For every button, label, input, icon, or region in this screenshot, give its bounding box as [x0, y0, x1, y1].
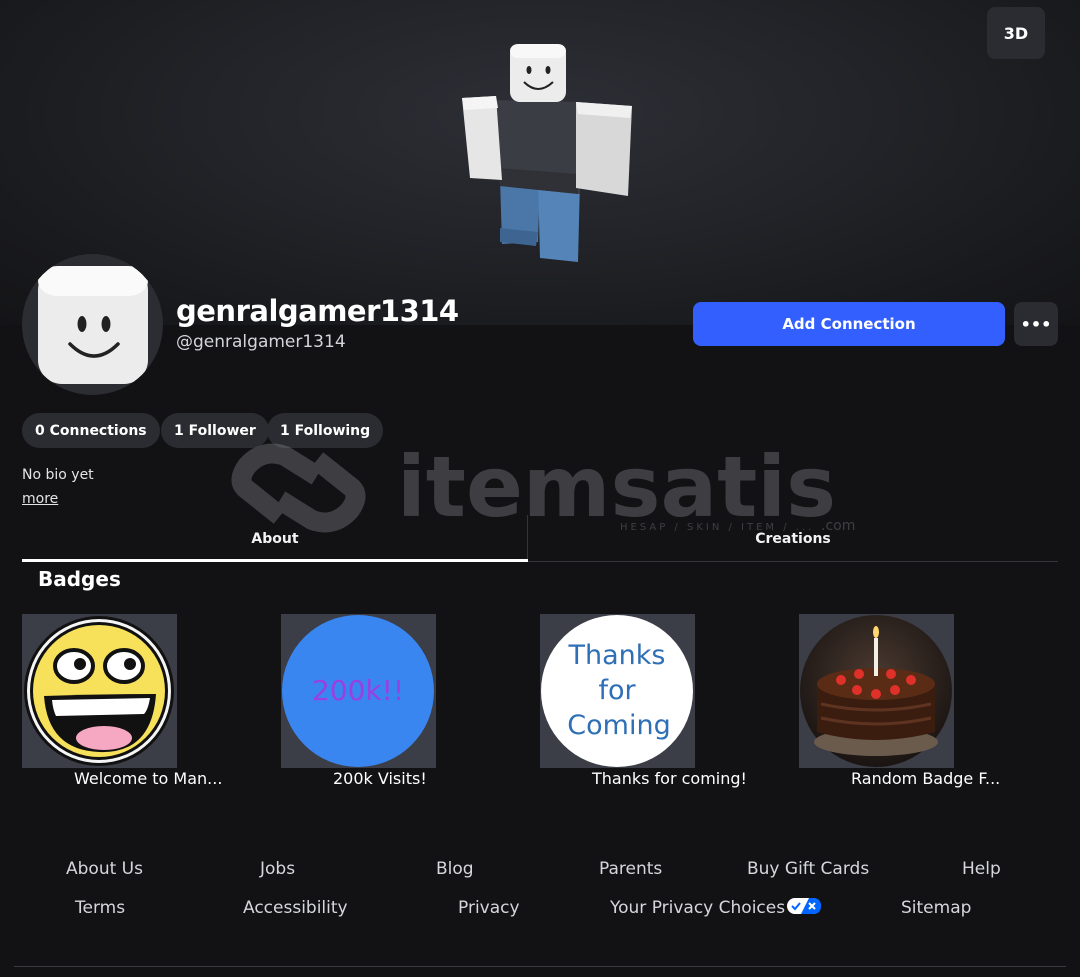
- badge-name[interactable]: Thanks for coming!: [592, 769, 747, 788]
- badge-tile-thanks[interactable]: Thanks for Coming: [540, 614, 695, 768]
- badge-thanks-line1: Thanks: [568, 640, 666, 671]
- tab-creations-label: Creations: [755, 530, 831, 547]
- footer-link-terms[interactable]: Terms: [75, 898, 125, 918]
- footer-divider: [14, 966, 1066, 967]
- 200k-badge-icon: 200k!!: [282, 615, 434, 767]
- thanks-badge-icon: Thanks for Coming: [541, 615, 693, 767]
- badge-thanks-line2: for: [598, 675, 636, 706]
- badge-tile-200k[interactable]: 200k!!: [281, 614, 436, 768]
- badge-name[interactable]: 200k Visits!: [333, 769, 427, 788]
- footer-link-about-us[interactable]: About Us: [66, 859, 143, 879]
- footer-link-parents[interactable]: Parents: [599, 859, 662, 879]
- more-options-button[interactable]: •••: [1014, 302, 1058, 346]
- tab-divider: [527, 515, 528, 561]
- tab-about[interactable]: About: [22, 515, 528, 562]
- epic-face-icon: [24, 616, 174, 766]
- tab-creations[interactable]: Creations: [540, 515, 1046, 562]
- username: @genralgamer1314: [176, 332, 346, 352]
- avatar-3d-figure[interactable]: [0, 0, 1080, 280]
- footer-link-sitemap[interactable]: Sitemap: [901, 898, 971, 918]
- tab-active-indicator: [22, 559, 528, 562]
- privacy-choices-label: Your Privacy Choices: [610, 898, 786, 918]
- badge-tile-random[interactable]: [799, 614, 954, 768]
- badges-section-title: Badges: [38, 567, 121, 591]
- footer-link-privacy-choices[interactable]: Your Privacy Choices: [610, 898, 822, 918]
- view-3d-toggle-button[interactable]: 3D: [987, 7, 1045, 59]
- footer-link-jobs[interactable]: Jobs: [260, 859, 295, 879]
- avatar-headshot[interactable]: [22, 254, 163, 395]
- display-name: genralgamer1314: [176, 294, 459, 328]
- add-connection-button[interactable]: Add Connection: [693, 302, 1005, 346]
- tab-underline: [528, 561, 1058, 562]
- avatar-headshot-icon: [38, 266, 148, 384]
- footer-link-blog[interactable]: Blog: [436, 859, 474, 879]
- footer-link-privacy[interactable]: Privacy: [458, 898, 520, 918]
- cake-badge-icon: [800, 615, 952, 767]
- badge-thanks-line3: Coming: [567, 710, 670, 741]
- footer-link-help[interactable]: Help: [962, 859, 1001, 879]
- badge-name[interactable]: Random Badge F...: [851, 769, 1000, 788]
- privacy-choices-toggle-icon: [787, 898, 822, 914]
- bio-text: No bio yet: [22, 467, 94, 483]
- footer-link-accessibility[interactable]: Accessibility: [243, 898, 348, 918]
- tab-about-label: About: [251, 530, 299, 547]
- connections-count-button[interactable]: 0 Connections: [22, 413, 160, 448]
- badge-200k-text: 200k!!: [312, 674, 404, 707]
- footer-link-buy-gift-cards[interactable]: Buy Gift Cards: [747, 859, 869, 879]
- bio-more-link[interactable]: more: [22, 491, 58, 507]
- badge-tile-welcome[interactable]: [22, 614, 177, 768]
- badge-name[interactable]: Welcome to Man...: [74, 769, 222, 788]
